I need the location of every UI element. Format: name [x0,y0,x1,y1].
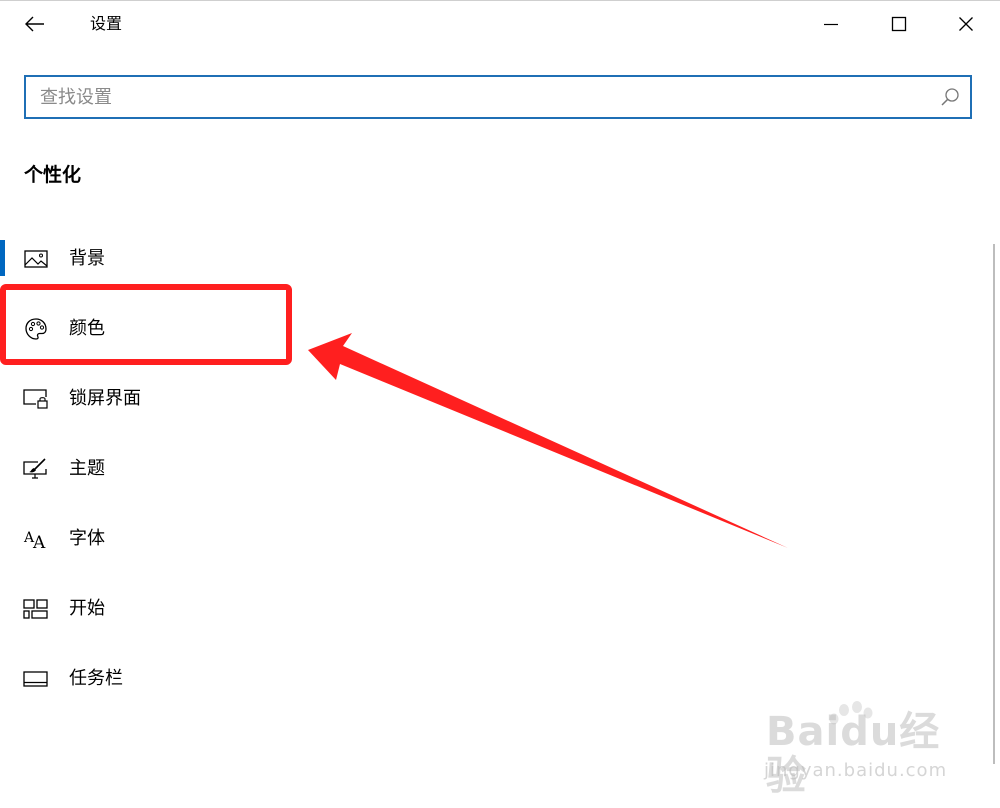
nav-item-lock-screen[interactable]: 锁屏界面 [0,364,980,434]
start-tiles-icon [23,596,49,622]
nav-item-themes[interactable]: 主题 [0,434,980,504]
selected-indicator [0,240,5,276]
theme-brush-icon [23,456,49,482]
scrollbar[interactable] [993,244,995,764]
search-input[interactable] [40,77,920,117]
nav-item-start[interactable]: 开始 [0,574,980,644]
nav-item-background[interactable]: 背景 [0,224,980,294]
close-button[interactable] [933,1,999,47]
nav-item-label: 颜色 [69,318,105,339]
nav-item-label: 背景 [69,248,105,269]
nav-item-colors[interactable]: 颜色 [0,294,980,364]
nav-item-taskbar[interactable]: 任务栏 [0,644,980,714]
palette-icon [23,316,49,342]
nav-item-label: 主题 [69,458,105,479]
window-title: 设置 [90,14,123,33]
nav-item-fonts[interactable]: A A 字体 [0,504,980,574]
search-box [24,75,972,119]
nav-item-label: 字体 [69,528,105,549]
search-icon[interactable] [940,87,960,107]
picture-icon [23,246,49,272]
watermark-url: jingyan.baidu.com [764,760,948,781]
section-title: 个性化 [24,164,82,186]
nav-item-label: 任务栏 [69,668,123,689]
back-arrow-icon [25,16,44,32]
watermark-text: Baidu经验 [766,709,941,799]
back-button[interactable] [14,7,56,41]
maximize-button[interactable] [866,1,932,47]
font-icon: A A [23,526,49,552]
maximize-icon [891,16,907,32]
close-icon [959,17,973,31]
lock-screen-icon [23,386,49,412]
minimize-button[interactable] [798,1,864,47]
nav-item-label: 锁屏界面 [69,388,141,409]
svg-text:A: A [32,533,46,551]
minimize-icon [824,23,838,26]
taskbar-icon [23,666,49,692]
nav-list: 背景 颜色 锁屏界面 主题 A A 字体 开始 任务栏 [0,224,980,714]
nav-item-label: 开始 [69,598,105,619]
title-bar: 设置 [0,1,1000,47]
